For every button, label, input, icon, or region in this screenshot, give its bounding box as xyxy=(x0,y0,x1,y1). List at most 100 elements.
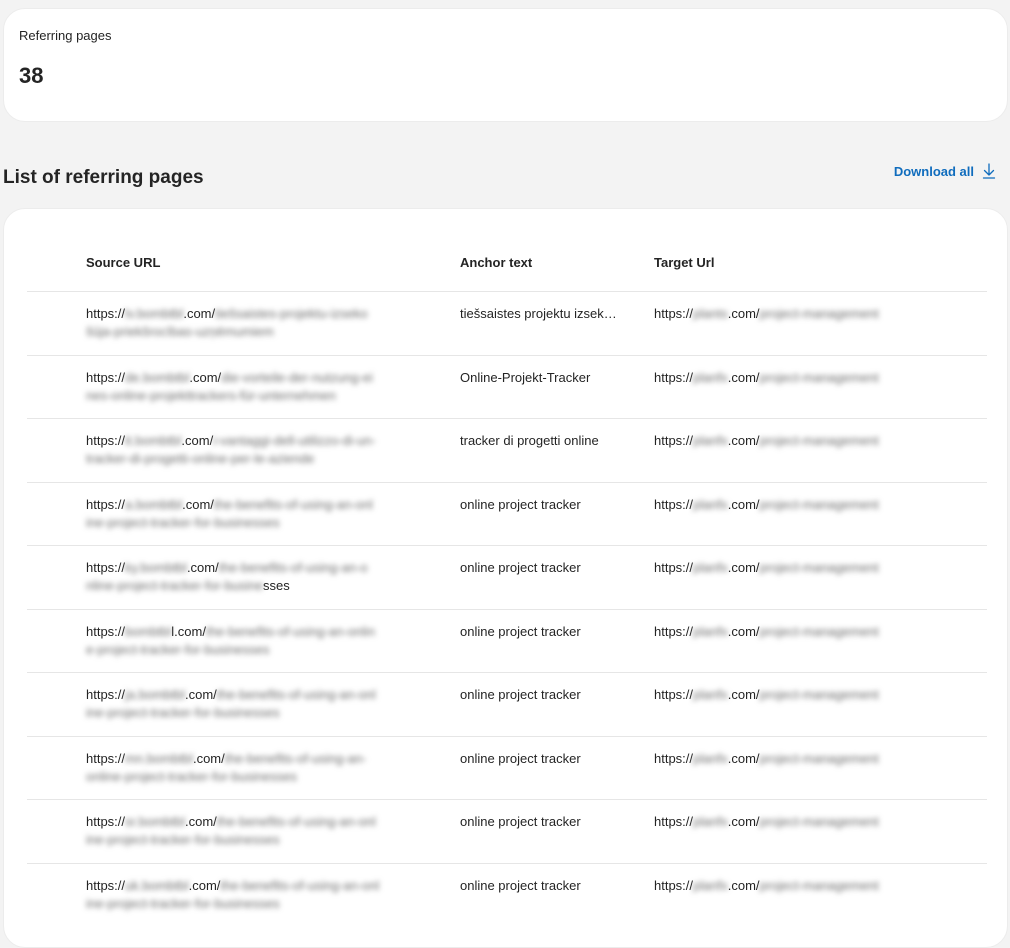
source-url-domain: lv.bombtbl xyxy=(125,306,184,321)
source-url-path: the-benefits-of-using-an-o xyxy=(218,560,368,575)
source-url-path-cont: ine-project-tracker-for-businesses xyxy=(86,514,280,530)
source-url-line-2: e-project-tracker-for-businesses xyxy=(86,641,416,659)
column-header-anchor-text[interactable]: Anchor text xyxy=(460,255,532,270)
source-url-tld: .com/ xyxy=(186,560,219,575)
anchor-text-cell: online project tracker xyxy=(460,496,581,512)
source-url-path-cont: e-project-tracker-for-businesses xyxy=(86,641,270,657)
target-url-domain: planfx xyxy=(693,433,728,448)
table-row[interactable]: https://it.bombtbl.com/i-vantaggi-dell-u… xyxy=(27,418,987,482)
source-url-path-cont: ine-project-tracker-for-businesses xyxy=(86,705,280,720)
target-url-cell[interactable]: https://planfx.com/project-management xyxy=(654,559,914,577)
target-url-path: project-management xyxy=(759,623,879,639)
table-header: Source URL Anchor text Target Url xyxy=(4,255,1007,275)
source-url-scheme: https:// xyxy=(86,623,126,639)
source-url-path: the-benefits-of-using-an-onl xyxy=(220,877,380,893)
source-url-scheme: https:// xyxy=(86,560,126,575)
table-row[interactable]: https://de.bombtbl.com/die-vorteile-der-… xyxy=(27,354,987,419)
source-url-path: the-benefits-of-using-an-onlin xyxy=(205,623,376,639)
source-url-line-1: https://mn.bombtbl.com/the-benefits-of-u… xyxy=(86,750,416,768)
source-url-line-2: nline-project-tracker-for-businesses xyxy=(86,577,416,595)
source-url-tld: .com/ xyxy=(182,496,214,512)
table-row[interactable]: https://a.bombtbl.com/the-benefits-of-us… xyxy=(27,481,987,546)
table-row[interactable]: https://bombtbll.com/the-benefits-of-usi… xyxy=(27,608,987,673)
table-row[interactable]: https://ja.bombtbl.com/the-benefits-of-u… xyxy=(27,672,987,736)
column-header-source-url[interactable]: Source URL xyxy=(86,255,160,270)
referring-pages-card: Referring pages 38 xyxy=(3,8,1008,122)
source-url-path: the-benefits-of-using-an- xyxy=(224,750,367,766)
source-url-tld: l.com/ xyxy=(171,623,206,639)
source-url-cell[interactable]: https://sr.bombtbl.com/the-benefits-of-u… xyxy=(86,813,416,849)
target-url-cell[interactable]: https://planfx.com/project-management xyxy=(654,877,914,895)
source-url-tld: .com/ xyxy=(185,814,217,829)
table-row[interactable]: https://mn.bombtbl.com/the-benefits-of-u… xyxy=(27,735,987,800)
column-header-target-url[interactable]: Target Url xyxy=(654,255,714,270)
target-url-cell[interactable]: https://planfx.com/project-management xyxy=(654,750,914,768)
source-url-cell[interactable]: https://uk.bombtbl.com/the-benefits-of-u… xyxy=(86,877,416,913)
source-url-cell[interactable]: https://ky.bombtbl.com/the-benefits-of-u… xyxy=(86,559,416,595)
target-url-tld: .com/ xyxy=(727,814,760,829)
stat-value: 38 xyxy=(19,63,44,88)
anchor-text-cell: tiešsaistes projektu izsekotājs xyxy=(460,306,620,321)
source-url-line-1: https://a.bombtbl.com/the-benefits-of-us… xyxy=(86,496,416,514)
target-url-scheme: https:// xyxy=(654,814,694,829)
source-url-line-2: šūja-priekšrocības-uzņēmumiem xyxy=(86,323,416,341)
referring-pages-table: Source URL Anchor text Target Url https:… xyxy=(3,208,1008,948)
source-url-cell[interactable]: https://mn.bombtbl.com/the-benefits-of-u… xyxy=(86,750,416,786)
target-url-scheme: https:// xyxy=(654,433,694,448)
source-url-cell[interactable]: https://de.bombtbl.com/die-vorteile-der-… xyxy=(86,369,416,405)
target-url-domain: planfx xyxy=(693,877,728,893)
source-url-domain: sr.bombtbl xyxy=(125,814,186,829)
target-url-cell[interactable]: https://plants.com/project-management xyxy=(654,305,914,323)
source-url-cell[interactable]: https://ja.bombtbl.com/the-benefits-of-u… xyxy=(86,686,416,722)
stat-label: Referring pages xyxy=(19,28,112,43)
target-url-path: project-management xyxy=(759,877,879,893)
table-row[interactable]: https://uk.bombtbl.com/the-benefits-of-u… xyxy=(27,862,987,927)
source-url-tld: .com/ xyxy=(181,433,214,448)
target-url-path: project-management xyxy=(759,687,879,702)
anchor-text-cell: online project tracker xyxy=(460,814,581,829)
anchor-text-cell: online project tracker xyxy=(460,623,581,639)
source-url-cell[interactable]: https://lv.bombtbl.com/tiešsaistes-proje… xyxy=(86,305,416,341)
target-url-cell[interactable]: https://planfx.com/project-management xyxy=(654,369,914,387)
source-url-path: the-benefits-of-using-an-onl xyxy=(216,687,376,702)
target-url-tld: .com/ xyxy=(727,750,760,766)
source-url-line-1: https://ky.bombtbl.com/the-benefits-of-u… xyxy=(86,559,416,577)
source-url-path-cont: nes-online-projekttrackers-für-unternehm… xyxy=(86,387,337,403)
target-url-domain: planfx xyxy=(693,496,728,512)
source-url-cell[interactable]: https://it.bombtbl.com/i-vantaggi-dell-u… xyxy=(86,432,416,468)
table-row[interactable]: https://ky.bombtbl.com/the-benefits-of-u… xyxy=(27,545,987,609)
anchor-text-cell: online project tracker xyxy=(460,560,581,575)
target-url-cell[interactable]: https://planfx.com/project-management xyxy=(654,496,914,514)
source-url-scheme: https:// xyxy=(86,814,126,829)
target-url-cell[interactable]: https://planfx.com/project-management xyxy=(654,623,914,641)
target-url-path: project-management xyxy=(759,306,879,321)
source-url-scheme: https:// xyxy=(86,877,126,893)
target-url-tld: .com/ xyxy=(727,877,760,893)
anchor-text-cell: online project tracker xyxy=(460,877,581,893)
target-url-cell[interactable]: https://planfx.com/project-management xyxy=(654,686,914,704)
target-url-domain: planfx xyxy=(693,623,728,639)
source-url-scheme: https:// xyxy=(86,433,126,448)
source-url-path: the-benefits-of-using-an-onl xyxy=(216,814,376,829)
source-url-scheme: https:// xyxy=(86,306,126,321)
table-row[interactable]: https://sr.bombtbl.com/the-benefits-of-u… xyxy=(27,799,987,863)
source-url-path: the-benefits-of-using-an-onl xyxy=(213,496,373,512)
source-url-line-2: online-project-tracker-for-businesses xyxy=(86,768,416,786)
source-url-scheme: https:// xyxy=(86,750,126,766)
table-row[interactable]: https://lv.bombtbl.com/tiešsaistes-proje… xyxy=(27,291,987,355)
source-url-scheme: https:// xyxy=(86,496,126,512)
target-url-cell[interactable]: https://planfx.com/project-management xyxy=(654,432,914,450)
source-url-line-1: https://sr.bombtbl.com/the-benefits-of-u… xyxy=(86,813,416,831)
target-url-path: project-management xyxy=(759,369,879,385)
target-url-cell[interactable]: https://planfx.com/project-management xyxy=(654,813,914,831)
target-url-tld: .com/ xyxy=(727,560,760,575)
download-all-button[interactable]: Download all xyxy=(894,163,996,179)
target-url-domain: planfx xyxy=(693,369,728,385)
anchor-text-cell: Online-Projekt-Tracker xyxy=(460,369,591,385)
source-url-tld: .com/ xyxy=(188,877,221,893)
source-url-cell[interactable]: https://a.bombtbl.com/the-benefits-of-us… xyxy=(86,496,416,532)
source-url-cell[interactable]: https://bombtbll.com/the-benefits-of-usi… xyxy=(86,623,416,659)
anchor-text-cell: online project tracker xyxy=(460,750,581,766)
target-url-tld: .com/ xyxy=(727,496,760,512)
source-url-path-cont: online-project-tracker-for-businesses xyxy=(86,768,297,784)
